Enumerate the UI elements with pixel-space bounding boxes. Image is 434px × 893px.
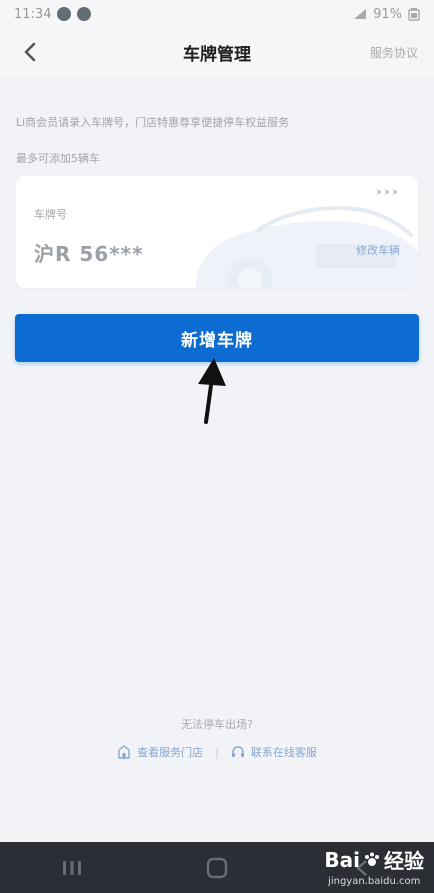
service-agreement-link[interactable]: 服务协议 xyxy=(370,44,418,61)
contact-service-link[interactable]: 联系在线客服 xyxy=(231,744,317,760)
member-notice: Li商会员请录入车牌号，门店特惠尊享便捷停车权益服务 xyxy=(16,116,290,129)
battery-icon xyxy=(408,8,420,21)
watermark-url: jingyan.baidu.com xyxy=(328,876,421,887)
back-button[interactable] xyxy=(14,36,46,68)
notification-icon xyxy=(57,7,72,21)
watermark-logo-right: 经验 xyxy=(384,849,424,873)
plate-label: 车牌号 xyxy=(34,208,67,221)
status-left: 11:34 xyxy=(14,6,92,22)
signal-icon xyxy=(354,9,367,19)
car-illustration xyxy=(196,206,418,288)
status-right: 91% xyxy=(353,7,420,22)
arrow-annotation-icon xyxy=(198,358,226,424)
view-stores-label: 查看服务门店 xyxy=(137,746,204,759)
recent-apps-icon xyxy=(63,860,82,875)
edit-vehicle-link[interactable]: 修改车辆 xyxy=(356,242,400,258)
home-icon xyxy=(206,857,228,878)
battery-text: 91% xyxy=(373,6,402,22)
page-title: 车牌管理 xyxy=(183,44,251,65)
watermark: Bai 经验 jingyan.baidu.com xyxy=(324,845,424,888)
status-time: 11:34 xyxy=(14,6,52,22)
watermark-logo: Bai 经验 xyxy=(324,845,424,874)
headset-icon xyxy=(231,746,244,757)
plate-card[interactable]: 车牌号 沪R 56*** 修改车辆 xyxy=(16,176,418,288)
help-links: 查看服务门店 | 联系在线客服 xyxy=(0,744,434,760)
help-question: 无法停车出场? xyxy=(181,718,253,731)
paw-icon xyxy=(365,852,379,866)
plate-number: 沪R 56*** xyxy=(34,242,144,266)
watermark-logo-left: Bai xyxy=(324,847,360,872)
notification-icon-2 xyxy=(77,7,92,21)
contact-service-label: 联系在线客服 xyxy=(250,746,317,759)
status-bar: 11:34 91% xyxy=(0,0,434,28)
back-arrow-icon xyxy=(24,42,36,62)
recent-apps-button[interactable] xyxy=(52,853,92,883)
more-icon[interactable] xyxy=(376,188,398,196)
vehicle-limit-text: 最多可添加5辆车 xyxy=(16,152,100,165)
main-content: Li商会员请录入车牌号，门店特惠尊享便捷停车权益服务 最多可添加5辆车 车牌号 … xyxy=(0,76,434,842)
home-button[interactable] xyxy=(197,853,237,883)
store-icon xyxy=(118,745,130,759)
link-divider: | xyxy=(215,745,219,759)
app-header: 车牌管理 服务协议 xyxy=(0,28,434,76)
view-stores-link[interactable]: 查看服务门店 xyxy=(117,744,203,760)
